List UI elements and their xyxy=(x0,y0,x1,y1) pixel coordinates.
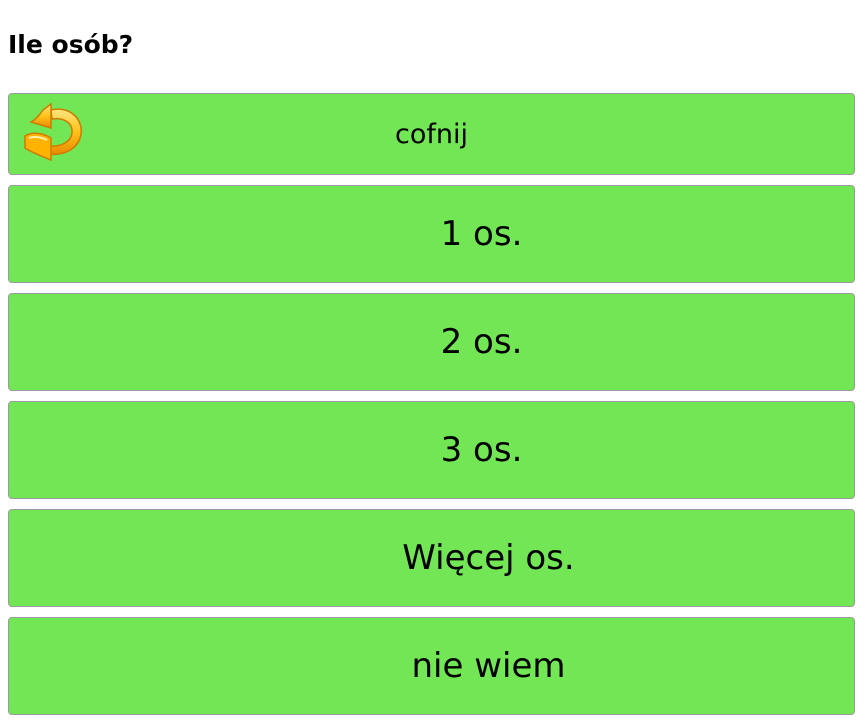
option-label: 3 os. xyxy=(440,430,523,470)
option-button-1-person[interactable]: 1 os. xyxy=(8,185,855,283)
option-label: 2 os. xyxy=(440,322,523,362)
back-button[interactable]: cofnij xyxy=(8,93,855,175)
undo-arrow-icon xyxy=(21,102,87,164)
option-button-3-persons[interactable]: 3 os. xyxy=(8,401,855,499)
option-button-dont-know[interactable]: nie wiem xyxy=(8,617,855,715)
back-button-label: cofnij xyxy=(395,118,468,150)
option-button-2-persons[interactable]: 2 os. xyxy=(8,293,855,391)
option-label: Więcej os. xyxy=(402,538,575,578)
page-title: Ile osób? xyxy=(8,30,134,59)
option-label: 1 os. xyxy=(440,214,523,254)
option-button-more-persons[interactable]: Więcej os. xyxy=(8,509,855,607)
option-label: nie wiem xyxy=(411,646,566,686)
